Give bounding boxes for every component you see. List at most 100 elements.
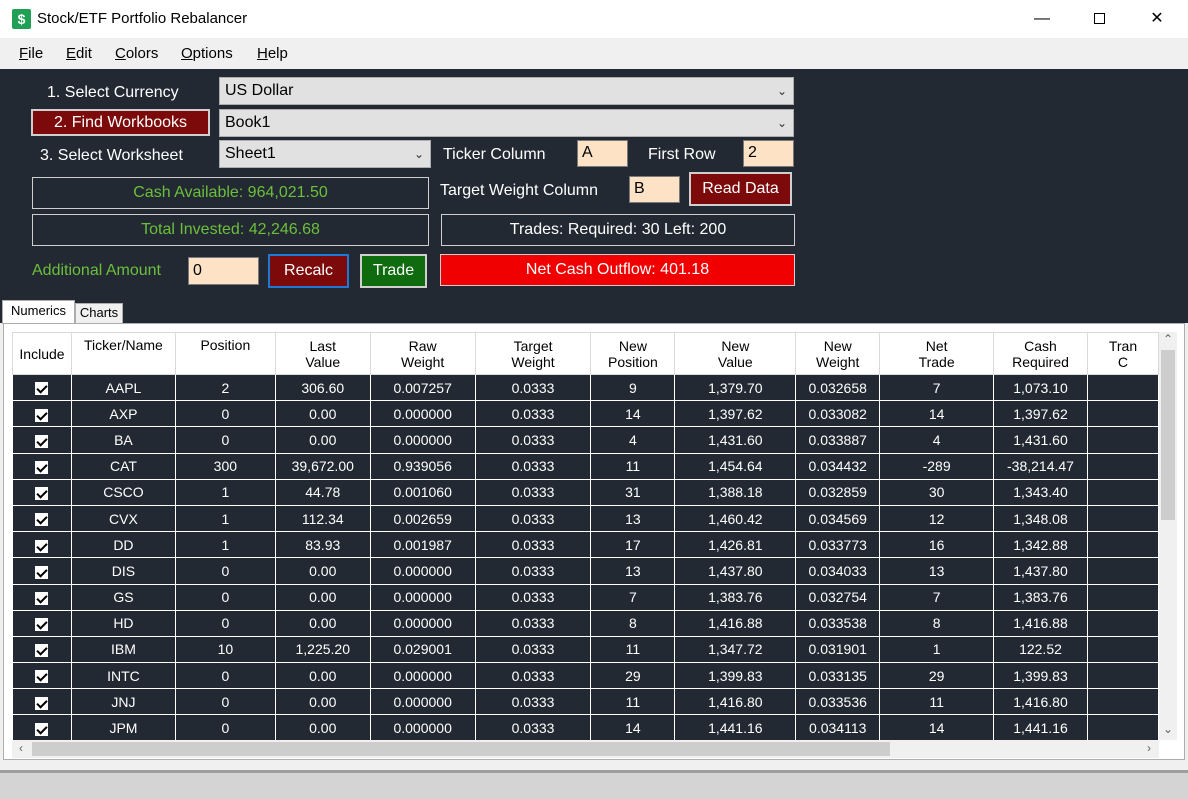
- table-cell[interactable]: 0.00: [274, 400, 371, 428]
- include-cell[interactable]: [12, 635, 72, 664]
- table-row[interactable]: CSCO 1 44.78 0.001060 0.0333 31 1,388.18 0.0328…: [12, 478, 1159, 506]
- checkmark-icon[interactable]: [35, 670, 49, 684]
- table-cell[interactable]: 1,379.70: [674, 373, 797, 402]
- table-cell[interactable]: 0.0333: [474, 452, 592, 480]
- vertical-scrollbar[interactable]: ⌃ ⌄: [1159, 332, 1177, 740]
- table-cell[interactable]: [1086, 557, 1159, 585]
- table-cell[interactable]: 122.52: [993, 635, 1088, 664]
- table-cell[interactable]: 8: [590, 609, 676, 637]
- table-cell[interactable]: 12: [879, 504, 995, 533]
- table-cell[interactable]: 0: [174, 662, 276, 690]
- table-cell[interactable]: 0.000000: [369, 426, 476, 454]
- table-cell[interactable]: 0.000000: [369, 609, 476, 637]
- include-cell[interactable]: [12, 557, 72, 585]
- table-cell[interactable]: 0: [174, 688, 276, 716]
- table-cell[interactable]: 0.000000: [369, 714, 476, 740]
- include-cell[interactable]: [12, 452, 72, 480]
- ticker-cell[interactable]: AAPL: [70, 373, 176, 402]
- table-cell[interactable]: 0.0333: [474, 400, 592, 428]
- table-cell[interactable]: 0.000000: [369, 557, 476, 585]
- table-cell[interactable]: 0.0333: [474, 426, 592, 454]
- menu-edit[interactable]: Edit: [66, 45, 92, 62]
- ticker-cell[interactable]: CSCO: [70, 478, 176, 506]
- table-cell[interactable]: 11: [590, 452, 676, 480]
- column-header[interactable]: Net Trade: [879, 332, 995, 375]
- table-row[interactable]: DIS 0 0.00 0.000000 0.0333 13 1,437.80 0.034033…: [12, 557, 1159, 585]
- ticker-cell[interactable]: DIS: [70, 557, 176, 585]
- table-cell[interactable]: 0.0333: [474, 557, 592, 585]
- ticker-cell[interactable]: CAT: [70, 452, 176, 480]
- table-cell[interactable]: 0.001987: [369, 531, 476, 559]
- column-header[interactable]: Position: [174, 332, 276, 375]
- ticker-cell[interactable]: HD: [70, 609, 176, 637]
- checkmark-icon[interactable]: [35, 539, 49, 553]
- table-cell[interactable]: 1: [174, 504, 276, 533]
- table-row[interactable]: BA 0 0.00 0.000000 0.0333 4 1,431.60 0.033887 4 1…: [12, 426, 1159, 454]
- table-cell[interactable]: 0.000000: [369, 583, 476, 611]
- table-row[interactable]: INTC 0 0.00 0.000000 0.0333 29 1,399.83 0.03313…: [12, 662, 1159, 690]
- include-cell[interactable]: [12, 714, 72, 740]
- table-cell[interactable]: 11: [879, 688, 995, 716]
- column-header[interactable]: Raw Weight: [369, 332, 476, 375]
- include-cell[interactable]: [12, 662, 72, 690]
- table-cell[interactable]: 0.00: [274, 583, 371, 611]
- scroll-down-icon[interactable]: ⌄: [1159, 722, 1177, 736]
- include-cell[interactable]: [12, 400, 72, 428]
- ticker-cell[interactable]: BA: [70, 426, 176, 454]
- table-cell[interactable]: 1,399.83: [674, 662, 797, 690]
- scroll-up-icon[interactable]: ⌃: [1159, 332, 1177, 346]
- menu-options[interactable]: Options: [181, 45, 233, 62]
- table-cell[interactable]: 0.0333: [474, 583, 592, 611]
- table-cell[interactable]: 1,437.80: [674, 557, 797, 585]
- table-cell[interactable]: 0.007257: [369, 373, 476, 402]
- table-cell[interactable]: 29: [879, 662, 995, 690]
- find-workbooks-button[interactable]: 2. Find Workbooks: [31, 109, 210, 136]
- column-header[interactable]: New Position: [590, 332, 676, 375]
- include-cell[interactable]: [12, 426, 72, 454]
- table-cell[interactable]: 1,348.08: [993, 504, 1088, 533]
- table-cell[interactable]: 0.002659: [369, 504, 476, 533]
- table-cell[interactable]: 1,441.16: [674, 714, 797, 740]
- table-cell[interactable]: [1086, 583, 1159, 611]
- table-cell[interactable]: 30: [879, 478, 995, 506]
- ticker-cell[interactable]: AXP: [70, 400, 176, 428]
- table-cell[interactable]: 1,397.62: [674, 400, 797, 428]
- table-cell[interactable]: -38,214.47: [993, 452, 1088, 480]
- menu-file[interactable]: File: [19, 45, 43, 62]
- include-cell[interactable]: [12, 688, 72, 716]
- table-cell[interactable]: 0.000000: [369, 662, 476, 690]
- checkmark-icon[interactable]: [35, 618, 49, 632]
- table-cell[interactable]: 1,454.64: [674, 452, 797, 480]
- table-cell[interactable]: 1,416.88: [993, 609, 1088, 637]
- table-cell[interactable]: [1086, 373, 1159, 402]
- table-cell[interactable]: [1086, 426, 1159, 454]
- column-header[interactable]: Cash Required: [993, 332, 1088, 375]
- table-cell[interactable]: 0.033135: [795, 662, 881, 690]
- close-button[interactable]: ✕: [1128, 0, 1186, 38]
- ticker-cell[interactable]: JNJ: [70, 688, 176, 716]
- table-cell[interactable]: 14: [590, 714, 676, 740]
- horizontal-scrollbar[interactable]: ‹ ›: [12, 740, 1159, 758]
- table-cell[interactable]: 0.00: [274, 714, 371, 740]
- table-cell[interactable]: 1,388.18: [674, 478, 797, 506]
- table-cell[interactable]: 0.034569: [795, 504, 881, 533]
- vertical-scroll-thumb[interactable]: [1161, 350, 1175, 520]
- table-cell[interactable]: [1086, 531, 1159, 559]
- column-header[interactable]: Target Weight: [474, 332, 592, 375]
- table-row[interactable]: JPM 0 0.00 0.000000 0.0333 14 1,441.16 0.034113…: [12, 714, 1159, 740]
- table-cell[interactable]: 1: [174, 478, 276, 506]
- checkmark-icon[interactable]: [35, 382, 49, 396]
- table-cell[interactable]: 306.60: [274, 373, 371, 402]
- table-cell[interactable]: 7: [590, 583, 676, 611]
- table-cell[interactable]: 0.0333: [474, 609, 592, 637]
- table-cell[interactable]: 0: [174, 583, 276, 611]
- table-cell[interactable]: 7: [879, 373, 995, 402]
- worksheet-dropdown[interactable]: Sheet1 ⌄: [219, 140, 431, 168]
- table-cell[interactable]: 1,347.72: [674, 635, 797, 664]
- ticker-column-input[interactable]: A: [577, 140, 628, 167]
- include-cell[interactable]: [12, 609, 72, 637]
- table-cell[interactable]: 1: [174, 531, 276, 559]
- table-cell[interactable]: 0.029001: [369, 635, 476, 664]
- include-cell[interactable]: [12, 583, 72, 611]
- table-cell[interactable]: 0.00: [274, 688, 371, 716]
